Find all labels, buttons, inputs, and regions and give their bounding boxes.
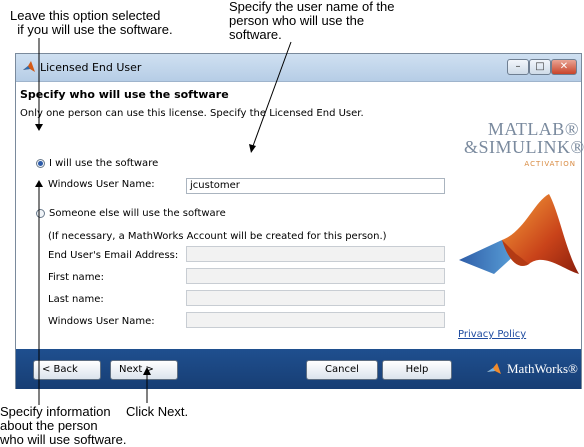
first-name-field[interactable] <box>186 268 445 284</box>
title-bar: Licensed End User – □ ✕ <box>16 54 581 82</box>
page-heading: Specify who will use the software <box>20 88 229 101</box>
mathworks-membrane-icon <box>487 363 501 374</box>
last-name-field[interactable] <box>186 290 445 306</box>
info-text: Only one person can use this license. Sp… <box>20 108 364 119</box>
other-username-label: Windows User Name: <box>48 316 155 327</box>
self-username-input[interactable]: jcustomer <box>186 178 445 194</box>
account-note: (If necessary, a MathWorks Account will … <box>48 231 387 242</box>
window-title: Licensed End User <box>40 61 142 74</box>
close-button[interactable]: ✕ <box>551 59 577 75</box>
mathworks-logo: MathWorks® <box>486 359 578 379</box>
maximize-button[interactable]: □ <box>529 59 551 75</box>
email-label: End User's Email Address: <box>48 250 179 261</box>
last-name-label: Last name: <box>48 294 104 305</box>
radio-self[interactable] <box>36 159 45 168</box>
back-button[interactable]: < Back <box>33 360 101 380</box>
option-self-label: I will use the software <box>49 158 159 169</box>
cancel-button[interactable]: Cancel <box>306 360 378 380</box>
dialog-content: Specify who will use the software Only o… <box>16 82 584 349</box>
radio-other[interactable] <box>36 209 45 218</box>
logo-line-2: &SIMULINK® <box>464 137 584 157</box>
minimize-button[interactable]: – <box>507 59 529 75</box>
matlab-membrane-icon <box>459 194 579 274</box>
annotation-click-next: Click Next. <box>126 404 189 419</box>
annotation-specify-info: Specify information about the person who… <box>0 404 127 447</box>
option-other-label: Someone else will use the software <box>49 208 226 219</box>
footer-bar: < Back Next > Cancel Help MathWorks® <box>16 349 581 389</box>
next-button[interactable]: Next > <box>110 360 178 380</box>
annotation-specify-user-name: Specify the user name of the person who … <box>229 0 395 42</box>
annotation-leave-selected: Leave this option selected if you will u… <box>10 8 173 37</box>
option-other[interactable]: Someone else will use the software <box>36 208 226 219</box>
matlab-simulink-logo: MATLAB® &SIMULINK® <box>464 119 584 157</box>
email-field[interactable] <box>186 246 445 262</box>
self-username-label: Windows User Name: <box>48 179 155 190</box>
matlab-icon <box>23 61 35 72</box>
other-username-field[interactable] <box>186 312 445 328</box>
mathworks-brand-text: MathWorks® <box>507 361 578 376</box>
activation-label: ACTIVATION <box>524 160 576 168</box>
option-self[interactable]: I will use the software <box>36 158 158 169</box>
privacy-policy-link[interactable]: Privacy Policy <box>458 329 526 340</box>
first-name-label: First name: <box>48 272 104 283</box>
logo-line-1: MATLAB® <box>487 119 579 139</box>
help-button[interactable]: Help <box>382 360 452 380</box>
licensed-end-user-dialog: Licensed End User – □ ✕ Specify who will… <box>15 53 584 389</box>
